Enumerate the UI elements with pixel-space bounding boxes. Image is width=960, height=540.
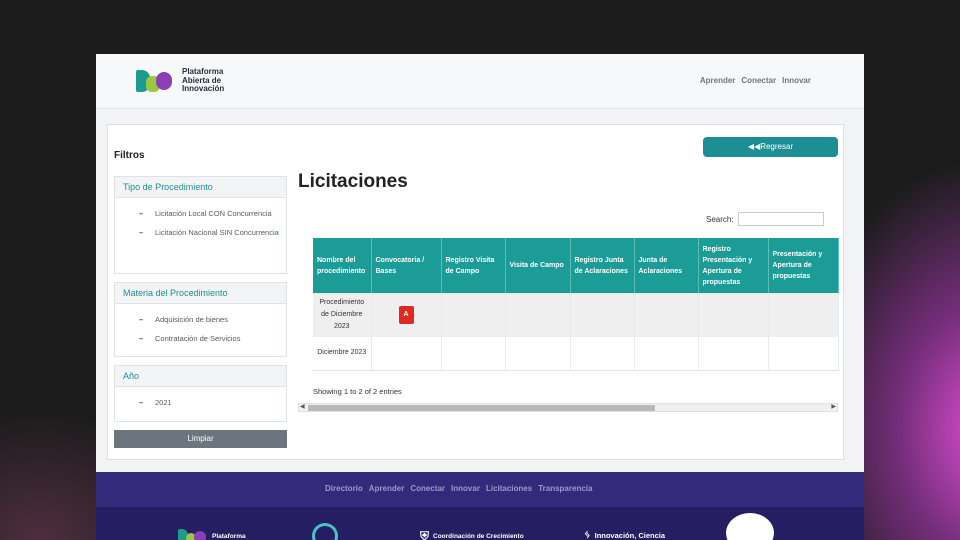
footer-link-licitaciones[interactable]: Licitaciones — [486, 484, 532, 493]
footer-nav: Directorio Aprender Conectar Innovar Lic… — [325, 484, 592, 493]
top-nav: Aprender Conectar Innovar — [700, 76, 811, 85]
column-header[interactable]: Registro Visita de Campo — [441, 238, 506, 293]
table-cell — [698, 293, 769, 337]
licitaciones-table: Nombre del procedimiento Convocatoria / … — [313, 238, 839, 371]
column-header[interactable]: Registro Presentación y Apertura de prop… — [698, 238, 769, 293]
ring-logo-icon — [312, 523, 338, 540]
procedure-name-cell: Diciembre 2023 — [313, 337, 372, 371]
filter-option[interactable]: Licitación Local CON Concurrencia — [139, 208, 286, 219]
table-header-row: Nombre del procedimiento Convocatoria / … — [313, 238, 839, 293]
site-logo[interactable]: Plataforma Abierta de Innovación — [136, 68, 252, 94]
table-cell — [768, 337, 839, 371]
footer-logo-text: Coordinación de Crecimiento — [433, 533, 524, 540]
logo-mark-icon — [178, 529, 208, 540]
column-header[interactable]: Junta de Aclaraciones — [634, 238, 699, 293]
pdf-icon[interactable]: A — [398, 306, 414, 324]
convocatoria-cell: A — [371, 293, 442, 337]
footer-logo-innovacion: ᛃ Innovación, Ciencia — [584, 529, 665, 540]
back-button-label: Regresar — [760, 142, 794, 151]
footer-logo-text: Plataforma — [212, 532, 246, 540]
table-cell — [505, 293, 571, 337]
table-cell — [570, 293, 635, 337]
scroll-left-icon[interactable]: ◀ — [300, 404, 305, 411]
column-header[interactable]: Convocatoria / Bases — [371, 238, 442, 293]
footer-logo-plataforma: Plataforma — [178, 529, 246, 540]
footer-nav-bar: Directorio Aprender Conectar Innovar Lic… — [96, 472, 864, 507]
table-cell — [634, 337, 699, 371]
footer-logos: Plataforma ⛨ Coordinación de Crecimiento… — [96, 507, 864, 540]
clear-filters-button[interactable]: Limpiar — [114, 430, 287, 448]
column-header[interactable]: Nombre del procedimiento — [313, 238, 372, 293]
dna-icon: ᛃ — [584, 529, 591, 540]
filter-option[interactable]: Contratación de Servicios — [139, 333, 286, 344]
filter-group-anio: Año 2021 — [114, 365, 287, 422]
table-search: Search: — [706, 212, 824, 226]
rewind-icon: ◀◀ — [747, 142, 761, 151]
table-row: Diciembre 2023 — [313, 337, 839, 371]
table-cell — [570, 337, 635, 371]
nav-aprender[interactable]: Aprender — [700, 76, 736, 85]
table-info: Showing 1 to 2 of 2 entries — [313, 387, 402, 396]
back-button[interactable]: ◀◀Regresar — [703, 137, 838, 157]
filter-group-tipo: Tipo de Procedimiento Licitación Local C… — [114, 176, 287, 274]
footer-link-conectar[interactable]: Conectar — [410, 484, 445, 493]
table-cell — [441, 293, 506, 337]
table-cell — [768, 293, 839, 337]
nav-conectar[interactable]: Conectar — [741, 76, 776, 85]
scroll-right-icon[interactable]: ▶ — [831, 404, 836, 411]
crest-icon: ⛨ — [420, 529, 430, 540]
footer-logo-coordinacion: ⛨ Coordinación de Crecimiento — [420, 529, 524, 540]
footer-link-transparencia[interactable]: Transparencia — [538, 484, 592, 493]
filter-option[interactable]: Licitación Nacional SIN Concurrencia — [139, 227, 286, 238]
table-cell — [371, 337, 442, 371]
footer-link-directorio[interactable]: Directorio — [325, 484, 363, 493]
logo-mark-icon — [136, 68, 180, 94]
column-header[interactable]: Presentación y Apertura de propuestas — [768, 238, 839, 293]
horizontal-scrollbar[interactable]: ◀ ▶ — [298, 403, 838, 412]
table-row: Procedimiento de Diciembre 2023 A — [313, 293, 839, 337]
table-cell — [505, 337, 571, 371]
table-cell — [441, 337, 506, 371]
search-label: Search: — [706, 214, 734, 224]
logo-text: Plataforma Abierta de Innovación — [182, 67, 225, 94]
filters-title: Filtros — [114, 150, 145, 161]
footer-logo-ciudad — [312, 523, 338, 540]
filter-group-materia: Materia del Procedimiento Adquisición de… — [114, 282, 287, 357]
filter-group-title[interactable]: Tipo de Procedimiento — [115, 177, 286, 198]
footer-link-innovar[interactable]: Innovar — [451, 484, 480, 493]
table-cell — [634, 293, 699, 337]
filter-option[interactable]: Adquisición de bienes — [139, 314, 286, 325]
nav-innovar[interactable]: Innovar — [782, 76, 811, 85]
procedure-name-cell: Procedimiento de Diciembre 2023 — [313, 293, 372, 337]
seal-logo-icon — [726, 513, 774, 540]
table-cell — [698, 337, 769, 371]
filter-group-title[interactable]: Año — [115, 366, 286, 387]
browser-page: Plataforma Abierta de Innovación Aprende… — [96, 54, 864, 540]
filter-option[interactable]: 2021 — [139, 397, 286, 408]
scrollbar-thumb[interactable] — [308, 405, 655, 411]
column-header[interactable]: Visita de Campo — [505, 238, 571, 293]
content-card: Filtros Tipo de Procedimiento Licitación… — [107, 124, 844, 460]
column-header[interactable]: Registro Junta de Aclaraciones — [570, 238, 635, 293]
footer-link-aprender[interactable]: Aprender — [369, 484, 405, 493]
search-input[interactable] — [737, 212, 824, 226]
top-navbar: Plataforma Abierta de Innovación Aprende… — [96, 54, 864, 109]
filter-group-title[interactable]: Materia del Procedimiento — [115, 283, 286, 304]
page-title: Licitaciones — [298, 171, 408, 192]
footer-logo-text: Innovación, Ciencia — [594, 530, 666, 540]
